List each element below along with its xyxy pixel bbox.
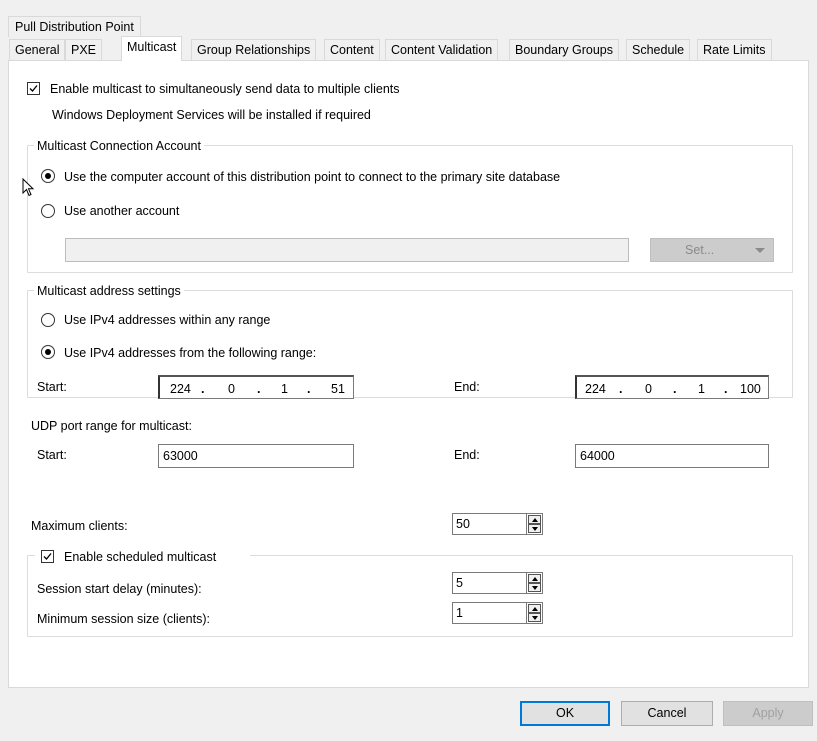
address-settings-title: Multicast address settings	[34, 283, 184, 299]
wds-note: Windows Deployment Services will be inst…	[52, 108, 371, 122]
ip-octet: 224	[170, 382, 191, 396]
ip-separator: .	[307, 382, 311, 396]
arrow-down-icon	[532, 586, 538, 590]
tab-content-validation[interactable]: Content Validation	[385, 39, 499, 60]
maximum-clients-label: Maximum clients:	[31, 519, 128, 533]
ip-separator: .	[724, 382, 728, 396]
spin-down-button[interactable]	[528, 583, 541, 592]
tab-rate-limits[interactable]: Rate Limits	[697, 39, 772, 60]
arrow-down-icon	[532, 527, 538, 531]
mouse-cursor-icon	[22, 178, 35, 197]
enable-multicast-checkbox[interactable]	[27, 82, 40, 95]
tab-content[interactable]: Content	[324, 39, 380, 60]
tab-general[interactable]: General	[9, 39, 66, 60]
udp-port-range-title: UDP port range for multicast:	[31, 419, 192, 433]
multicast-panel: Enable multicast to simultaneously send …	[8, 60, 809, 688]
tab-multicast[interactable]: Multicast	[121, 36, 183, 61]
ip-octet: 51	[331, 382, 345, 396]
ip-octet: 100	[740, 382, 761, 396]
ip-octet: 224	[585, 382, 606, 396]
minimum-session-size-label: Minimum session size (clients):	[37, 612, 210, 626]
set-account-button[interactable]: Set...	[650, 238, 774, 262]
address-end-ip-field[interactable]: 224 . 0 . 1 . 100	[575, 375, 769, 399]
use-another-account-radio[interactable]	[41, 204, 55, 218]
session-start-delay-spinner[interactable]	[526, 572, 543, 594]
window-title-tab: Pull Distribution Point	[8, 16, 141, 37]
arrow-up-icon	[532, 518, 538, 522]
ipv4-following-range-radio[interactable]	[41, 345, 55, 359]
enable-multicast-label[interactable]: Enable multicast to simultaneously send …	[50, 81, 400, 97]
ip-separator: .	[201, 382, 205, 396]
ip-octet: 0	[228, 382, 235, 396]
session-start-delay-field[interactable]: 5	[452, 572, 527, 594]
apply-button[interactable]: Apply	[723, 701, 813, 726]
udp-end-label: End:	[454, 448, 480, 462]
arrow-up-icon	[532, 577, 538, 581]
ip-separator: .	[673, 382, 677, 396]
tab-schedule[interactable]: Schedule	[626, 39, 691, 60]
spin-up-button[interactable]	[528, 515, 541, 524]
tab-boundary-groups[interactable]: Boundary Groups	[509, 39, 619, 60]
address-end-label: End:	[454, 380, 480, 394]
minimum-session-size-spinner[interactable]	[526, 602, 543, 624]
arrow-down-icon	[532, 616, 538, 620]
udp-end-field[interactable]: 64000	[575, 444, 769, 468]
minimum-session-size-field[interactable]: 1	[452, 602, 527, 624]
spin-down-button[interactable]	[528, 613, 541, 622]
ip-octet: 1	[698, 382, 705, 396]
ip-separator: .	[257, 382, 261, 396]
session-start-delay-label: Session start delay (minutes):	[37, 582, 202, 596]
enable-scheduled-multicast-label[interactable]: Enable scheduled multicast	[64, 549, 216, 565]
spin-up-button[interactable]	[528, 604, 541, 613]
spin-up-button[interactable]	[528, 574, 541, 583]
cancel-button[interactable]: Cancel	[621, 701, 713, 726]
checkmark-icon	[43, 553, 52, 560]
ip-separator: .	[619, 382, 623, 396]
ip-octet: 1	[281, 382, 288, 396]
address-start-ip-field[interactable]: 224 . 0 . 1 . 51	[158, 375, 354, 399]
window-title: Pull Distribution Point	[15, 20, 134, 34]
enable-scheduled-multicast-checkbox[interactable]	[41, 550, 54, 563]
maximum-clients-field[interactable]: 50	[452, 513, 527, 535]
use-another-account-label[interactable]: Use another account	[64, 203, 179, 219]
dropdown-arrow-icon	[755, 248, 765, 253]
udp-start-label: Start:	[37, 448, 67, 462]
udp-start-field[interactable]: 63000	[158, 444, 354, 468]
ip-octet: 0	[645, 382, 652, 396]
use-computer-account-label[interactable]: Use the computer account of this distrib…	[64, 169, 560, 185]
tab-pxe[interactable]: PXE	[65, 39, 103, 60]
spin-down-button[interactable]	[528, 524, 541, 533]
tab-group-relationships[interactable]: Group Relationships	[191, 39, 317, 60]
maximum-clients-spinner[interactable]	[526, 513, 543, 535]
checkmark-icon	[29, 85, 38, 92]
ipv4-any-range-label[interactable]: Use IPv4 addresses within any range	[64, 312, 270, 328]
account-field[interactable]	[65, 238, 629, 262]
ipv4-any-range-radio[interactable]	[41, 313, 55, 327]
arrow-up-icon	[532, 607, 538, 611]
connection-account-title: Multicast Connection Account	[34, 138, 204, 154]
ipv4-following-range-label[interactable]: Use IPv4 addresses from the following ra…	[64, 345, 316, 361]
radio-dot-icon	[45, 173, 51, 179]
set-account-label: Set...	[685, 243, 715, 257]
use-computer-account-radio[interactable]	[41, 169, 55, 183]
address-start-label: Start:	[37, 380, 67, 394]
ok-button[interactable]: OK	[520, 701, 610, 726]
radio-dot-icon	[45, 349, 51, 355]
